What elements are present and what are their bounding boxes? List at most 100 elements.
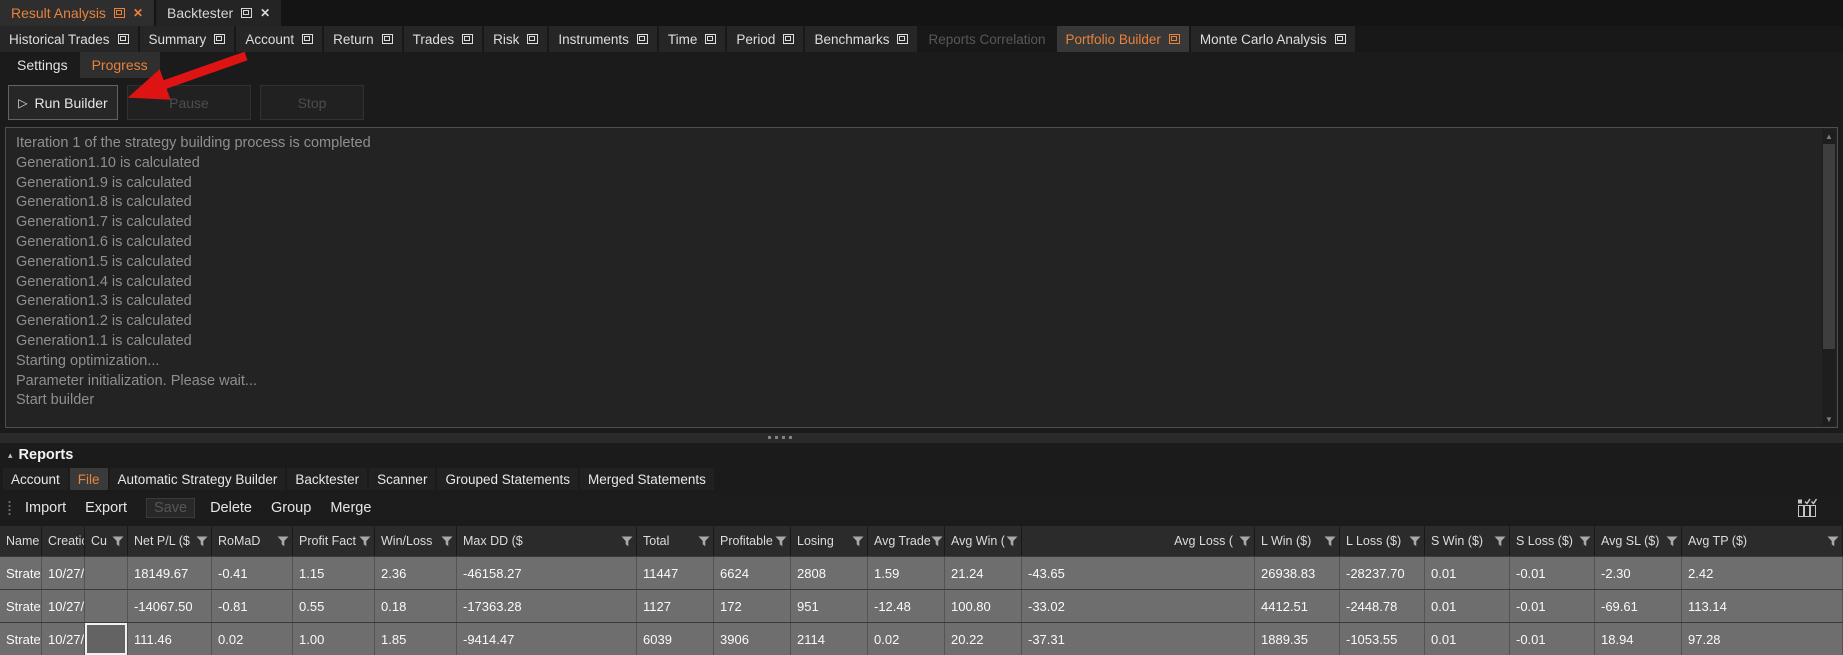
delete-button[interactable]: Delete xyxy=(210,500,252,516)
table-cell[interactable]: 18149.67 xyxy=(128,557,212,589)
column-header-avg-trade[interactable]: Avg Trade xyxy=(868,526,945,556)
report-tab-benchmarks[interactable]: Benchmarks xyxy=(805,26,917,52)
table-cell[interactable]: -69.61 xyxy=(1595,590,1682,622)
table-cell[interactable]: 0.01 xyxy=(1425,590,1510,622)
table-cell[interactable]: -0.01 xyxy=(1510,590,1595,622)
column-header-profit-fact[interactable]: Profit Fact xyxy=(293,526,375,556)
filter-icon[interactable] xyxy=(1006,536,1018,547)
filter-icon[interactable] xyxy=(621,536,633,547)
table-cell[interactable]: 0.02 xyxy=(212,623,293,655)
toolbar-drag-handle[interactable] xyxy=(8,500,11,515)
column-header-cu[interactable]: Cu xyxy=(85,526,128,556)
filter-icon[interactable] xyxy=(775,536,787,547)
column-header-losing[interactable]: Losing xyxy=(791,526,868,556)
table-cell[interactable]: -46158.27 xyxy=(457,557,637,589)
table-cell[interactable]: -12.48 xyxy=(868,590,945,622)
view-tab-progress[interactable]: Progress xyxy=(80,52,160,78)
table-cell[interactable]: -33.02 xyxy=(1022,590,1255,622)
filter-icon[interactable] xyxy=(1666,536,1678,547)
table-cell[interactable]: 113.14 xyxy=(1682,590,1843,622)
report-tab-historical-trades[interactable]: Historical Trades xyxy=(0,26,138,52)
report-tab-summary[interactable]: Summary xyxy=(140,26,235,52)
document-tab-backtester[interactable]: Backtester✕ xyxy=(156,0,281,26)
filter-icon[interactable] xyxy=(277,536,289,547)
popout-icon[interactable] xyxy=(118,34,129,44)
filter-icon[interactable] xyxy=(1409,536,1421,547)
table-cell[interactable] xyxy=(85,590,128,622)
table-cell[interactable]: 10/27/ xyxy=(42,590,85,622)
popout-icon[interactable] xyxy=(302,34,313,44)
scroll-down-icon[interactable]: ▼ xyxy=(1822,412,1836,426)
table-cell[interactable]: -17363.28 xyxy=(457,590,637,622)
table-cell[interactable]: -2.30 xyxy=(1595,557,1682,589)
filter-icon[interactable] xyxy=(196,536,208,547)
table-cell[interactable]: -37.31 xyxy=(1022,623,1255,655)
table-cell[interactable]: 1.85 xyxy=(375,623,457,655)
table-cell[interactable]: -9414.47 xyxy=(457,623,637,655)
report-tab-risk[interactable]: Risk xyxy=(484,26,547,52)
table-cell[interactable]: -0.41 xyxy=(212,557,293,589)
report-tab-trades[interactable]: Trades xyxy=(404,26,483,52)
splitter-handle[interactable] xyxy=(0,433,1843,443)
table-cell[interactable]: 3906 xyxy=(714,623,791,655)
table-cell[interactable]: 4412.51 xyxy=(1255,590,1340,622)
reports-tab-grouped-statements[interactable]: Grouped Statements xyxy=(437,468,578,490)
table-cell[interactable]: 10/27/ xyxy=(42,623,85,655)
report-tab-period[interactable]: Period xyxy=(727,26,803,52)
table-cell[interactable]: -0.01 xyxy=(1510,623,1595,655)
table-cell[interactable]: 97.28 xyxy=(1682,623,1843,655)
table-cell[interactable]: -0.01 xyxy=(1510,557,1595,589)
popout-icon[interactable] xyxy=(897,34,908,44)
close-icon[interactable]: ✕ xyxy=(260,7,270,19)
reports-tab-account[interactable]: Account xyxy=(3,468,68,490)
popout-icon[interactable] xyxy=(1169,34,1180,44)
column-header-s-win[interactable]: S Win ($) xyxy=(1425,526,1510,556)
popout-icon[interactable] xyxy=(1335,34,1346,44)
column-header-avg-win[interactable]: Avg Win ( xyxy=(945,526,1022,556)
table-cell[interactable]: 1.15 xyxy=(293,557,375,589)
table-cell[interactable]: 26938.83 xyxy=(1255,557,1340,589)
filter-icon[interactable] xyxy=(1239,536,1251,547)
table-cell[interactable]: 0.18 xyxy=(375,590,457,622)
table-cell[interactable]: 111.46 xyxy=(128,623,212,655)
table-cell[interactable]: Strateg xyxy=(0,590,42,622)
table-cell[interactable]: -43.65 xyxy=(1022,557,1255,589)
table-cell[interactable]: 1127 xyxy=(637,590,714,622)
column-header-profitable[interactable]: Profitable xyxy=(714,526,791,556)
vertical-scrollbar[interactable]: ▲ ▼ xyxy=(1822,129,1836,426)
filter-icon[interactable] xyxy=(852,536,864,547)
column-header-avg-loss[interactable]: Avg Loss ( xyxy=(1022,526,1255,556)
column-header-win-loss[interactable]: Win/Loss xyxy=(375,526,457,556)
report-tab-time[interactable]: Time xyxy=(659,26,726,52)
reports-tab-file[interactable]: File xyxy=(70,468,108,490)
table-cell[interactable] xyxy=(85,557,128,589)
table-cell[interactable]: 20.22 xyxy=(945,623,1022,655)
table-cell[interactable]: Strateg xyxy=(0,623,42,655)
filter-icon[interactable] xyxy=(359,536,371,547)
column-header-l-win[interactable]: L Win ($) xyxy=(1255,526,1340,556)
popout-icon[interactable] xyxy=(241,8,252,18)
table-cell[interactable]: Strateg xyxy=(0,557,42,589)
popout-icon[interactable] xyxy=(462,34,473,44)
report-tab-account[interactable]: Account xyxy=(236,26,322,52)
collapse-icon[interactable]: ▴ xyxy=(8,451,13,460)
popout-icon[interactable] xyxy=(637,34,648,44)
report-tab-portfolio-builder[interactable]: Portfolio Builder xyxy=(1057,26,1189,52)
table-cell[interactable]: 2808 xyxy=(791,557,868,589)
column-header-avg-tp[interactable]: Avg TP ($) xyxy=(1682,526,1843,556)
column-header-romad[interactable]: RoMaD xyxy=(212,526,293,556)
table-cell[interactable]: 1.00 xyxy=(293,623,375,655)
column-header-total[interactable]: Total xyxy=(637,526,714,556)
table-row[interactable]: Strateg10/27/111.460.021.001.85-9414.476… xyxy=(0,622,1843,655)
filter-icon[interactable] xyxy=(931,536,943,547)
popout-icon[interactable] xyxy=(382,34,393,44)
column-header-net-p-l[interactable]: Net P/L ($ xyxy=(128,526,212,556)
export-button[interactable]: Export xyxy=(85,500,127,516)
scroll-up-icon[interactable]: ▲ xyxy=(1822,129,1836,143)
filter-icon[interactable] xyxy=(1827,536,1839,547)
view-tab-settings[interactable]: Settings xyxy=(5,52,80,78)
table-cell[interactable]: 6039 xyxy=(637,623,714,655)
column-header-l-loss[interactable]: L Loss ($) xyxy=(1340,526,1425,556)
table-cell[interactable]: 0.01 xyxy=(1425,623,1510,655)
import-button[interactable]: Import xyxy=(25,500,66,516)
